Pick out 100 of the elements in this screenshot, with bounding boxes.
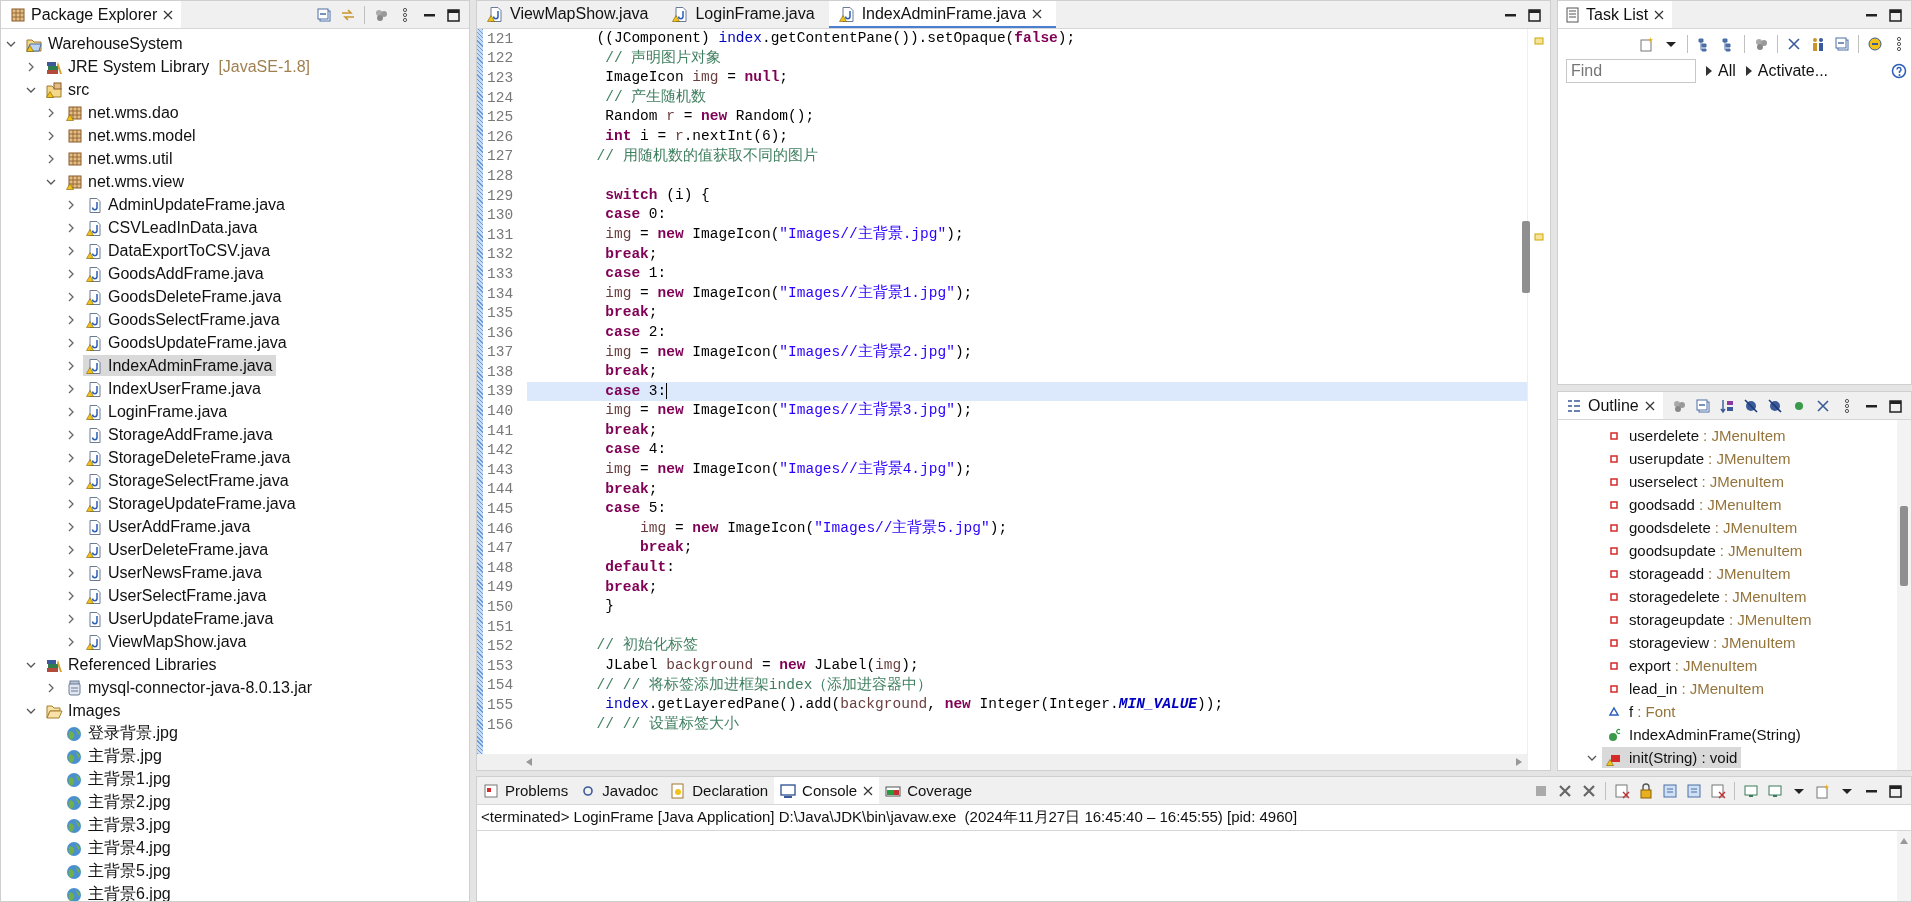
editor-tab[interactable]: IndexAdminFrame.java — [828, 1, 1057, 28]
tree-item[interactable]: 主背景3.jpg — [63, 815, 174, 836]
tree-item[interactable]: 主背景4.jpg — [63, 838, 174, 859]
tree-item[interactable]: 登录背景.jpg — [63, 723, 181, 744]
tree-item[interactable]: IndexAdminFrame.java — [83, 355, 276, 376]
view-tab[interactable]: Declaration — [664, 777, 775, 804]
view-tab[interactable]: Coverage — [879, 777, 979, 804]
monitor-icon[interactable] — [1767, 782, 1783, 799]
lock-icon[interactable] — [1638, 782, 1654, 799]
editor-tab[interactable]: ViewMapShow.java — [477, 1, 663, 28]
tree-item[interactable]: UserNewsFrame.java — [83, 562, 265, 583]
warning-marker-icon[interactable] — [1534, 233, 1544, 241]
outline-item[interactable]: storageupdate : JMenuItem — [1602, 609, 1816, 630]
tree-item[interactable]: mysql-connector-java-8.0.13.jar — [63, 677, 316, 698]
tree-item[interactable]: UserUpdateFrame.java — [83, 608, 277, 629]
maximize-icon[interactable] — [1887, 6, 1903, 23]
cross-icon[interactable] — [1786, 36, 1802, 52]
hide-fields-icon[interactable] — [1743, 397, 1759, 414]
maximize-icon[interactable] — [1887, 782, 1903, 799]
tree-item[interactable]: StorageAddFrame.java — [83, 424, 276, 445]
tree-item[interactable]: GoodsAddFrame.java — [83, 263, 267, 284]
close-icon[interactable] — [163, 9, 174, 20]
close-icon[interactable] — [863, 785, 874, 796]
outline-item[interactable]: goodsupdate : JMenuItem — [1602, 540, 1807, 561]
remove-icon[interactable] — [1581, 782, 1597, 799]
clear-console-icon[interactable] — [1710, 782, 1726, 799]
tree-item[interactable]: net.wms.view — [63, 171, 188, 192]
filter-icon[interactable] — [1753, 36, 1769, 52]
filter-link[interactable]: Activate... — [1757, 62, 1829, 80]
outline-item[interactable]: f : Font — [1602, 701, 1680, 722]
tree-item[interactable]: StorageDeleteFrame.java — [83, 447, 294, 468]
tree-item[interactable]: 主背景5.jpg — [63, 861, 174, 882]
view-tab[interactable]: Outline — [1558, 392, 1663, 419]
tree-item[interactable]: WarehouseSystem — [23, 33, 186, 54]
tree-item[interactable]: GoodsUpdateFrame.java — [83, 332, 290, 353]
view-tab[interactable]: Task List — [1558, 1, 1673, 28]
collapse-all-icon[interactable] — [1695, 397, 1711, 414]
maximize-icon[interactable] — [1526, 6, 1542, 23]
tree-item[interactable]: UserDeleteFrame.java — [83, 539, 272, 560]
tree-item[interactable]: src — [43, 79, 93, 100]
view-tab[interactable]: Package Explorer — [1, 1, 182, 28]
tree-item[interactable]: JRE System Library [JavaSE-1.8] — [43, 56, 313, 77]
tree-item[interactable]: DataExportToCSV.java — [83, 240, 274, 261]
warning-marker-icon[interactable] — [1534, 37, 1544, 45]
tree-item[interactable]: net.wms.model — [63, 125, 199, 146]
outline-item[interactable]: storagedelete : JMenuItem — [1602, 586, 1811, 607]
close-icon[interactable] — [1644, 400, 1655, 411]
outline-item[interactable]: goodsadd : JMenuItem — [1602, 494, 1786, 515]
find-field[interactable]: Find — [1566, 59, 1696, 83]
close-icon[interactable] — [1654, 9, 1665, 20]
tree-item[interactable]: Referenced Libraries — [43, 654, 220, 675]
outline-item[interactable]: IndexAdminFrame(String) — [1602, 724, 1805, 745]
tree-item[interactable]: AdminUpdateFrame.java — [83, 194, 288, 215]
hide-fields-icon[interactable] — [1767, 397, 1783, 414]
cross-icon[interactable] — [1815, 397, 1831, 414]
maximize-icon[interactable] — [1887, 397, 1903, 414]
outline-item[interactable]: userselect : JMenuItem — [1602, 471, 1788, 492]
outline-item[interactable]: storageview : JMenuItem — [1602, 632, 1800, 653]
tree-item[interactable]: GoodsDeleteFrame.java — [83, 286, 285, 307]
sort-icon[interactable] — [1719, 397, 1735, 414]
outline-item[interactable]: userupdate : JMenuItem — [1602, 448, 1795, 469]
outline-item[interactable]: storageadd : JMenuItem — [1602, 563, 1795, 584]
outline-item[interactable]: lead_in : JMenuItem — [1602, 678, 1768, 699]
tree-item[interactable]: ViewMapShow.java — [83, 631, 250, 652]
close-icon[interactable] — [1032, 8, 1043, 19]
scrollbar-thumb[interactable] — [1900, 506, 1908, 586]
outline-item[interactable]: export : JMenuItem — [1602, 655, 1762, 676]
tree-item[interactable]: 主背景1.jpg — [63, 769, 174, 790]
tree-item[interactable]: StorageSelectFrame.java — [83, 470, 292, 491]
collapse-all-icon[interactable] — [316, 6, 332, 23]
scroll-up-icon[interactable] — [1899, 837, 1909, 845]
help-icon[interactable] — [1891, 63, 1907, 79]
view-tab[interactable]: Problems — [477, 777, 575, 804]
remove-icon[interactable] — [1557, 782, 1573, 799]
collapse-all-icon[interactable] — [1834, 36, 1850, 52]
filter-link[interactable]: All — [1718, 62, 1736, 80]
outline-item[interactable]: userdelete : JMenuItem — [1602, 425, 1790, 446]
monitor-icon[interactable] — [1743, 782, 1759, 799]
maximize-icon[interactable] — [445, 6, 461, 23]
tree-item[interactable]: GoodsSelectFrame.java — [83, 309, 283, 330]
outline-item[interactable]: goodsdelete : JMenuItem — [1602, 517, 1802, 538]
tree-item[interactable]: UserSelectFrame.java — [83, 585, 270, 606]
scrollbar-thumb[interactable] — [1522, 221, 1530, 293]
tree-item[interactable]: LoginFrame.java — [83, 401, 231, 422]
tree-item[interactable]: CSVLeadInData.java — [83, 217, 261, 238]
outline-item[interactable]: init(String) : void — [1602, 747, 1742, 768]
clear-console-icon[interactable] — [1614, 782, 1630, 799]
view-tab[interactable]: Console — [774, 777, 880, 804]
tree-item[interactable]: UserAddFrame.java — [83, 516, 254, 537]
tree-item[interactable]: 主背景.jpg — [63, 746, 165, 767]
line-number: 126 — [486, 128, 515, 145]
view-tab[interactable]: Javadoc — [574, 777, 665, 804]
editor-tab[interactable]: LoginFrame.java — [662, 1, 829, 28]
people-icon[interactable] — [1810, 36, 1826, 52]
tree-item[interactable]: net.wms.dao — [63, 102, 182, 123]
tree-item[interactable]: Images — [43, 700, 124, 721]
tree-item[interactable]: 主背景2.jpg — [63, 792, 174, 813]
tree-item[interactable]: IndexUserFrame.java — [83, 378, 264, 399]
tree-item[interactable]: net.wms.util — [63, 148, 176, 169]
tree-item[interactable]: StorageUpdateFrame.java — [83, 493, 299, 514]
